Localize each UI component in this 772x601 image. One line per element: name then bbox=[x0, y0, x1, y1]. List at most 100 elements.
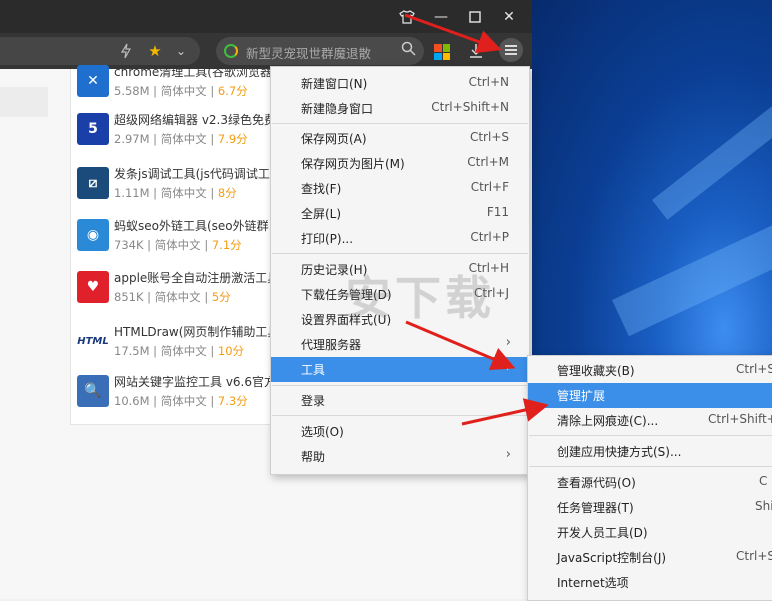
submenu-item-label: 查看源代码(O) bbox=[557, 476, 636, 490]
app-icon: 🔍 bbox=[77, 375, 109, 407]
maximize-icon[interactable] bbox=[458, 0, 492, 33]
app-size: 10.6M bbox=[114, 394, 150, 408]
apps-icon[interactable] bbox=[434, 44, 450, 60]
app-name[interactable]: apple账号全自动注册激活工具 bbox=[114, 269, 279, 286]
app-name[interactable]: HTMLDraw(网页制作辅助工具 bbox=[114, 323, 279, 340]
close-icon[interactable]: ✕ bbox=[492, 0, 526, 33]
menu-item-label: 登录 bbox=[301, 394, 326, 408]
menu-separator bbox=[529, 435, 772, 436]
submenu-item-manage-extensions[interactable]: 管理扩展 bbox=[528, 383, 772, 408]
app-icon: ◉ bbox=[77, 219, 109, 251]
star-icon[interactable]: ★ bbox=[145, 41, 165, 61]
submenu-item-shortcut: Shi bbox=[755, 499, 772, 513]
list-item[interactable]: HTML HTMLDraw(网页制作辅助工具 17.5M | 简体中文 | 10分 bbox=[71, 321, 281, 373]
menu-item-label: 选项(O) bbox=[301, 425, 344, 439]
menu-item-options[interactable]: 选项(O) bbox=[271, 419, 529, 444]
menu-item-shortcut: Ctrl+F bbox=[470, 180, 509, 194]
app-language: 简体中文 bbox=[154, 290, 201, 304]
menu-separator bbox=[272, 253, 528, 254]
lightning-icon[interactable] bbox=[116, 41, 136, 61]
watermark: 安下载 bbox=[345, 271, 495, 325]
menu-item-shortcut: F11 bbox=[486, 205, 509, 219]
menu-item-label: 帮助 bbox=[301, 450, 326, 464]
menu-item-save-as-image[interactable]: 保存网页为图片(M) Ctrl+M bbox=[271, 151, 529, 176]
search-input[interactable]: 新型灵宠现世群魔退散 bbox=[246, 43, 371, 62]
list-item[interactable]: ⧄ 发条js调试工具(js代码调试工 1.11M | 简体中文 | 8分 bbox=[71, 163, 281, 215]
list-item[interactable]: 🔍 网站关键字监控工具 v6.6官方 10.6M | 简体中文 | 7.3分 bbox=[71, 371, 281, 423]
title-bar: — ✕ bbox=[0, 0, 532, 33]
submenu-item-label: 开发人员工具(D) bbox=[557, 526, 648, 540]
list-item[interactable]: 5 超级网络编辑器 v2.3绿色免费 2.97M | 简体中文 | 7.9分 bbox=[71, 109, 281, 161]
download-icon[interactable] bbox=[466, 41, 486, 61]
tools-submenu: 管理收藏夹(B) Ctrl+S 管理扩展清除上网痕迹(C)... Ctrl+Shift… bbox=[527, 355, 772, 601]
menu-separator bbox=[272, 415, 528, 416]
list-item[interactable]: ◉ 蚂蚁seo外链工具(seo外链群 734K | 简体中文 | 7.1分 bbox=[71, 215, 281, 267]
app-size: 17.5M bbox=[114, 344, 150, 358]
submenu-item-js-console[interactable]: JavaScript控制台(J) Ctrl+S bbox=[528, 545, 772, 570]
submenu-item-label: 管理扩展 bbox=[557, 389, 606, 403]
menu-item-label: 查找(F) bbox=[301, 182, 342, 196]
menu-item-label: 代理服务器 bbox=[301, 338, 362, 352]
menu-item-shortcut: Ctrl+N bbox=[468, 75, 509, 89]
menu-item-new-window[interactable]: 新建窗口(N) Ctrl+N bbox=[271, 71, 529, 96]
menu-item-print[interactable]: 打印(P)... Ctrl+P bbox=[271, 226, 529, 251]
chevron-right-icon: › bbox=[505, 447, 511, 462]
submenu-item-label: JavaScript控制台(J) bbox=[557, 551, 667, 565]
submenu-item-internet-options[interactable]: Internet选项 bbox=[528, 570, 772, 595]
app-name[interactable]: 蚂蚁seo外链工具(seo外链群 bbox=[114, 217, 269, 234]
app-score: 7.1分 bbox=[211, 238, 242, 252]
submenu-item-shortcut: C bbox=[759, 474, 768, 488]
menu-item-find[interactable]: 查找(F) Ctrl+F bbox=[271, 176, 529, 201]
submenu-item-create-shortcut[interactable]: 创建应用快捷方式(S)... bbox=[528, 439, 772, 464]
app-name[interactable]: 超级网络编辑器 v2.3绿色免费 bbox=[114, 111, 276, 128]
app-score: 5分 bbox=[211, 290, 231, 304]
submenu-item-label: 任务管理器(T) bbox=[557, 501, 634, 515]
app-size: 2.97M bbox=[114, 132, 150, 146]
app-language: 简体中文 bbox=[154, 238, 201, 252]
chevron-down-icon[interactable]: ⌄ bbox=[171, 41, 191, 61]
submenu-item-manage-favorites[interactable]: 管理收藏夹(B) Ctrl+S bbox=[528, 358, 772, 383]
list-item[interactable]: ♥ apple账号全自动注册激活工具 851K | 简体中文 | 5分 bbox=[71, 267, 281, 319]
menu-item-shortcut: Ctrl+M bbox=[467, 155, 509, 169]
menu-item-shortcut: Ctrl+Shift+N bbox=[431, 100, 509, 114]
submenu-item-label: 创建应用快捷方式(S)... bbox=[557, 445, 682, 459]
list-item[interactable]: ✕ chrome清理工具(谷歌浏览器 5.58M | 简体中文 | 6.7分 bbox=[71, 61, 281, 113]
menu-item-new-incognito[interactable]: 新建隐身窗口 Ctrl+Shift+N bbox=[271, 96, 529, 121]
software-list: ✕ chrome清理工具(谷歌浏览器 5.58M | 简体中文 | 6.7分 5 超级网… bbox=[70, 65, 282, 425]
app-score: 8分 bbox=[217, 186, 237, 200]
app-name[interactable]: chrome清理工具(谷歌浏览器 bbox=[114, 63, 272, 80]
submenu-item-clear-traces[interactable]: 清除上网痕迹(C)... Ctrl+Shift+ bbox=[528, 408, 772, 433]
chevron-right-icon: › bbox=[505, 335, 511, 350]
search-icon[interactable] bbox=[401, 41, 416, 60]
menu-item-tools[interactable]: 工具 › bbox=[271, 357, 529, 382]
submenu-item-shortcut: Ctrl+S bbox=[736, 362, 772, 376]
app-name[interactable]: 发条js调试工具(js代码调试工 bbox=[114, 165, 270, 182]
menu-item-fullscreen[interactable]: 全屏(L) F11 bbox=[271, 201, 529, 226]
app-name[interactable]: 网站关键字监控工具 v6.6官方 bbox=[114, 373, 276, 390]
menu-item-label: 新建隐身窗口 bbox=[301, 102, 374, 116]
app-score: 6.7分 bbox=[217, 84, 248, 98]
menu-item-login[interactable]: 登录 bbox=[271, 388, 529, 413]
app-size: 734K bbox=[114, 238, 144, 252]
menu-item-label: 工具 bbox=[301, 363, 326, 377]
submenu-item-devtools[interactable]: 开发人员工具(D) bbox=[528, 520, 772, 545]
app-language: 简体中文 bbox=[160, 186, 207, 200]
menu-item-label: 全屏(L) bbox=[301, 207, 342, 221]
minimize-icon[interactable]: — bbox=[424, 0, 458, 33]
app-size: 1.11M bbox=[114, 186, 150, 200]
menu-item-proxy[interactable]: 代理服务器 › bbox=[271, 332, 529, 357]
shirt-icon[interactable] bbox=[390, 0, 424, 33]
menu-icon[interactable] bbox=[499, 38, 523, 62]
menu-item-save-page[interactable]: 保存网页(A) Ctrl+S bbox=[271, 126, 529, 151]
submenu-item-view-source[interactable]: 查看源代码(O) C bbox=[528, 470, 772, 495]
submenu-item-shortcut: Ctrl+S bbox=[736, 549, 772, 563]
app-score: 10分 bbox=[217, 344, 245, 358]
submenu-item-task-manager[interactable]: 任务管理器(T) Shi bbox=[528, 495, 772, 520]
app-language: 简体中文 bbox=[160, 132, 207, 146]
menu-item-shortcut: Ctrl+P bbox=[470, 230, 509, 244]
menu-separator bbox=[272, 123, 528, 124]
app-meta: 17.5M | 简体中文 | 10分 bbox=[114, 344, 245, 358]
app-meta: 734K | 简体中文 | 7.1分 bbox=[114, 238, 242, 252]
menu-item-help[interactable]: 帮助 › bbox=[271, 444, 529, 469]
app-icon: HTML bbox=[77, 325, 109, 357]
